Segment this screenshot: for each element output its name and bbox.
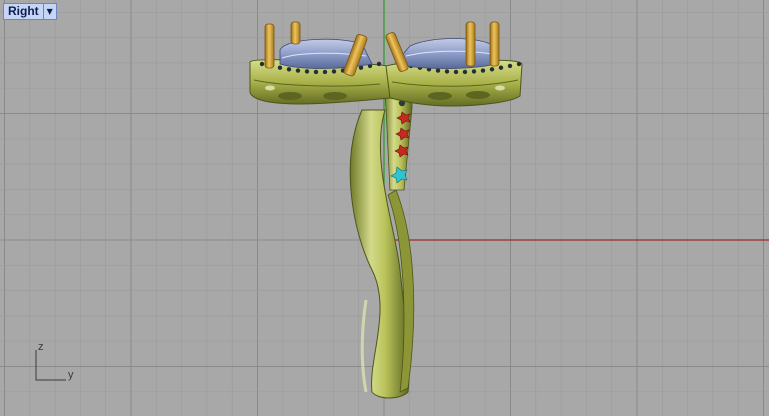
pave-stone — [471, 69, 477, 74]
pave-stone — [304, 69, 310, 74]
pave-stone — [480, 68, 486, 73]
pave-stone — [516, 61, 522, 67]
pave-stone — [435, 68, 441, 73]
pave-stone — [313, 69, 319, 75]
pave-stone — [498, 65, 504, 70]
pave-stone — [277, 65, 283, 70]
pave-stone — [331, 69, 337, 74]
viewport-title[interactable]: Right — [4, 4, 43, 19]
viewport-title-tab[interactable]: Right ▼ — [3, 3, 57, 20]
viewport-right[interactable]: Right ▼ z y — [0, 0, 769, 416]
pave-stone — [444, 69, 450, 74]
ring-model[interactable] — [0, 0, 769, 416]
dropdown-arrow-icon[interactable]: ▼ — [42, 4, 56, 19]
pave-stone — [489, 67, 495, 72]
pave-stone — [286, 67, 292, 72]
axis-label-y: y — [68, 369, 74, 381]
pave-stone — [376, 61, 382, 67]
pave-stone — [462, 69, 468, 75]
pave-stone — [259, 61, 265, 67]
pave-stone — [453, 69, 459, 75]
right-center-gem — [397, 38, 497, 69]
pave-stone — [295, 68, 301, 73]
pave-stone — [322, 69, 328, 75]
pave-stone — [507, 63, 513, 69]
axis-label-z: z — [38, 341, 44, 353]
